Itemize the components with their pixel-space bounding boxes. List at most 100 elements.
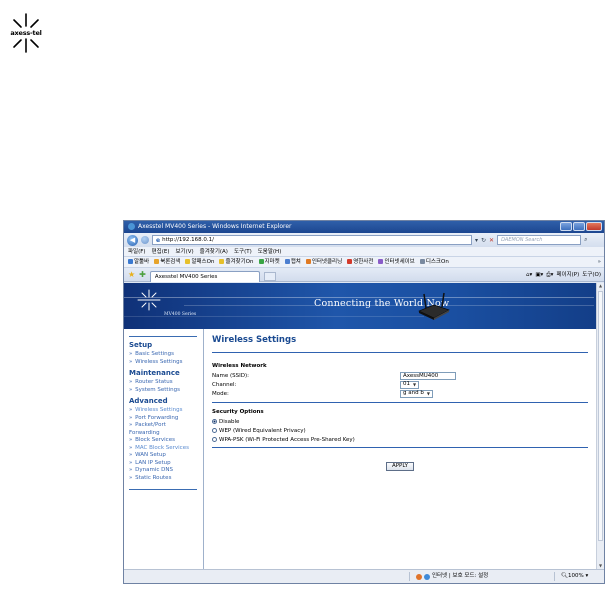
- page-viewport: MV400 Series Connecting the World Now Se…: [124, 283, 596, 569]
- status-divider: [554, 572, 555, 581]
- scroll-up-icon[interactable]: ▲: [598, 283, 603, 289]
- command-page[interactable]: 페이지(P): [556, 268, 579, 282]
- links-toolbar: 알툴바 북론검색 알패스On 즐겨찾기On 지마켓 캡쳐 인터넷클리닝 영한사전…: [124, 257, 604, 268]
- wireless-network-heading: Wireless Network: [212, 363, 267, 369]
- link-item[interactable]: 북론검색: [154, 257, 180, 267]
- logo-text: axess-tel: [0, 29, 52, 37]
- url-text: http://192.168.0.1/: [162, 236, 215, 243]
- sidebar-heading-advanced: Advanced: [129, 397, 168, 405]
- ie-icon: [128, 223, 135, 230]
- command-tools[interactable]: 도구(O): [582, 268, 601, 282]
- router-image: [418, 292, 450, 320]
- window-title: Axesstel MV400 Series - Windows Internet…: [138, 223, 292, 230]
- toolbar-icon: [284, 259, 290, 264]
- security-zone[interactable]: 인터넷 | 보호 모드: 설정: [416, 570, 488, 583]
- security-option-wep[interactable]: WEP (Wired Equivalent Privacy): [212, 426, 590, 435]
- sidebar-item-basic-settings[interactable]: » Basic Settings: [129, 351, 203, 359]
- security-option-disable[interactable]: Disable: [212, 417, 590, 426]
- menu-edit[interactable]: 편집(E): [152, 247, 170, 256]
- link-item[interactable]: 인터넷클리닝: [305, 257, 342, 267]
- radio-button[interactable]: [212, 437, 217, 442]
- search-placeholder: DAEMON Search: [501, 237, 543, 243]
- link-item[interactable]: 캡쳐: [284, 257, 301, 267]
- sidebar-item-system-settings[interactable]: » System Settings: [129, 387, 203, 395]
- toolbar-icon: [258, 259, 264, 264]
- toolbar-options-icon[interactable]: »: [598, 257, 601, 268]
- search-input[interactable]: DAEMON Search: [497, 235, 582, 245]
- home-icon[interactable]: ⌂▾: [526, 268, 532, 282]
- tab-title: Axesstel MV400 Series: [154, 273, 218, 280]
- sidebar-item-router-status[interactable]: » Router Status: [129, 379, 203, 387]
- forward-button[interactable]: [141, 236, 149, 244]
- print-icon[interactable]: ⎙▾: [546, 268, 553, 282]
- channel-select[interactable]: 01 ▼: [400, 380, 420, 389]
- chevron-down-icon: ▼: [413, 382, 417, 387]
- toolbar-icon: [378, 259, 384, 264]
- sidebar-item-lan-ip-setup[interactable]: » LAN IP Setup: [129, 460, 203, 468]
- apply-button[interactable]: APPLY: [386, 462, 414, 471]
- sidebar-heading-maintenance: Maintenance: [129, 369, 180, 377]
- sidebar-item-block-services[interactable]: » Block Services: [129, 437, 203, 445]
- link-item[interactable]: 알툴바: [128, 257, 149, 267]
- ssid-row: Name (SSID): AxessMU400: [212, 371, 590, 380]
- link-item[interactable]: 즐겨찾기On: [219, 257, 254, 267]
- minimize-button[interactable]: [560, 222, 572, 231]
- new-tab-button[interactable]: [263, 271, 276, 281]
- close-button[interactable]: [586, 222, 602, 231]
- page-icon: e: [156, 236, 161, 244]
- sidebar-item-advanced-wireless-settings[interactable]: » Wireless Settings: [129, 407, 203, 415]
- sidebar-item-dynamic-dns[interactable]: » Dynamic DNS: [129, 467, 203, 475]
- toolbar-icon: [185, 259, 191, 264]
- router-banner: MV400 Series Connecting the World Now: [124, 283, 596, 329]
- link-item[interactable]: 디스크On: [419, 257, 449, 267]
- globe-icon: [424, 573, 430, 580]
- menu-tools[interactable]: 도구(T): [234, 247, 252, 256]
- url-field[interactable]: e http://192.168.0.1/: [152, 235, 472, 245]
- toolbar-icon: [305, 259, 311, 264]
- command-bar: ⌂▾ ▣▾ ⎙▾ 페이지(P) 도구(O): [526, 268, 601, 282]
- mode-select[interactable]: g and b ▼: [400, 389, 433, 398]
- menu-favorites[interactable]: 즐겨찾기(A): [200, 247, 228, 256]
- back-button[interactable]: ◀: [127, 234, 138, 246]
- radio-button[interactable]: [212, 419, 217, 424]
- refresh-icon[interactable]: ↻: [481, 237, 486, 244]
- address-bar: ◀ e http://192.168.0.1/ ▾ ↻ ✕ DAEMON Sea…: [124, 233, 604, 247]
- scrollbar-thumb[interactable]: [598, 291, 603, 541]
- sidebar-item-wan-setup[interactable]: » WAN Setup: [129, 452, 203, 460]
- vertical-scrollbar[interactable]: ▲ ▼: [596, 283, 604, 569]
- link-item[interactable]: 알패스On: [185, 257, 214, 267]
- add-favorite-icon[interactable]: ✚: [139, 270, 146, 279]
- security-option-wpa-psk[interactable]: WPA-PSK (Wi-Fi Protected Access Pre-Shar…: [212, 435, 590, 444]
- section-divider: [212, 447, 588, 448]
- menu-help[interactable]: 도움말(H): [258, 247, 282, 256]
- maximize-button[interactable]: [573, 222, 585, 231]
- sidebar-divider: [129, 336, 197, 337]
- stop-icon[interactable]: ✕: [489, 237, 494, 244]
- menu-file[interactable]: 파일(F): [128, 247, 146, 256]
- toolbar-icon: [419, 259, 425, 264]
- toolbar-icon: [219, 259, 225, 264]
- main-content: Wireless Settings Wireless Network Name …: [210, 329, 594, 569]
- sidebar-divider: [129, 489, 197, 490]
- axesstel-logo: axess-tel: [0, 10, 52, 58]
- link-item[interactable]: 지마켓: [258, 257, 280, 267]
- radio-button[interactable]: [212, 428, 217, 433]
- ssid-input[interactable]: AxessMU400: [400, 371, 456, 380]
- menu-view[interactable]: 보기(V): [175, 247, 193, 256]
- link-item[interactable]: 영한사전: [347, 257, 373, 267]
- link-item[interactable]: 인터넷세이브: [378, 257, 415, 267]
- sidebar-heading-setup: Setup: [129, 341, 153, 349]
- feeds-icon[interactable]: ▣▾: [535, 268, 543, 282]
- sidebar-item-static-routes[interactable]: » Static Routes: [129, 475, 203, 483]
- sidebar-item-wireless-settings[interactable]: » Wireless Settings: [129, 359, 203, 367]
- starburst-icon: [137, 289, 161, 311]
- channel-row: Channel: 01 ▼: [212, 380, 590, 389]
- url-dropdown-icon[interactable]: ▾: [475, 237, 478, 244]
- favorites-star-icon[interactable]: ★: [128, 270, 135, 279]
- sidebar-item-mac-block-services[interactable]: » MAC Block Services: [129, 445, 203, 453]
- tab-active[interactable]: Axesstel MV400 Series: [149, 270, 260, 282]
- zoom-level[interactable]: 🔍︎100% ▾: [561, 570, 588, 583]
- sidebar-item-port-forwarding[interactable]: » Port Forwarding: [129, 415, 203, 423]
- sidebar-item-packet-port-forwarding[interactable]: » Packet/Port Forwarding: [129, 422, 179, 437]
- search-icon[interactable]: ⌕: [584, 236, 587, 244]
